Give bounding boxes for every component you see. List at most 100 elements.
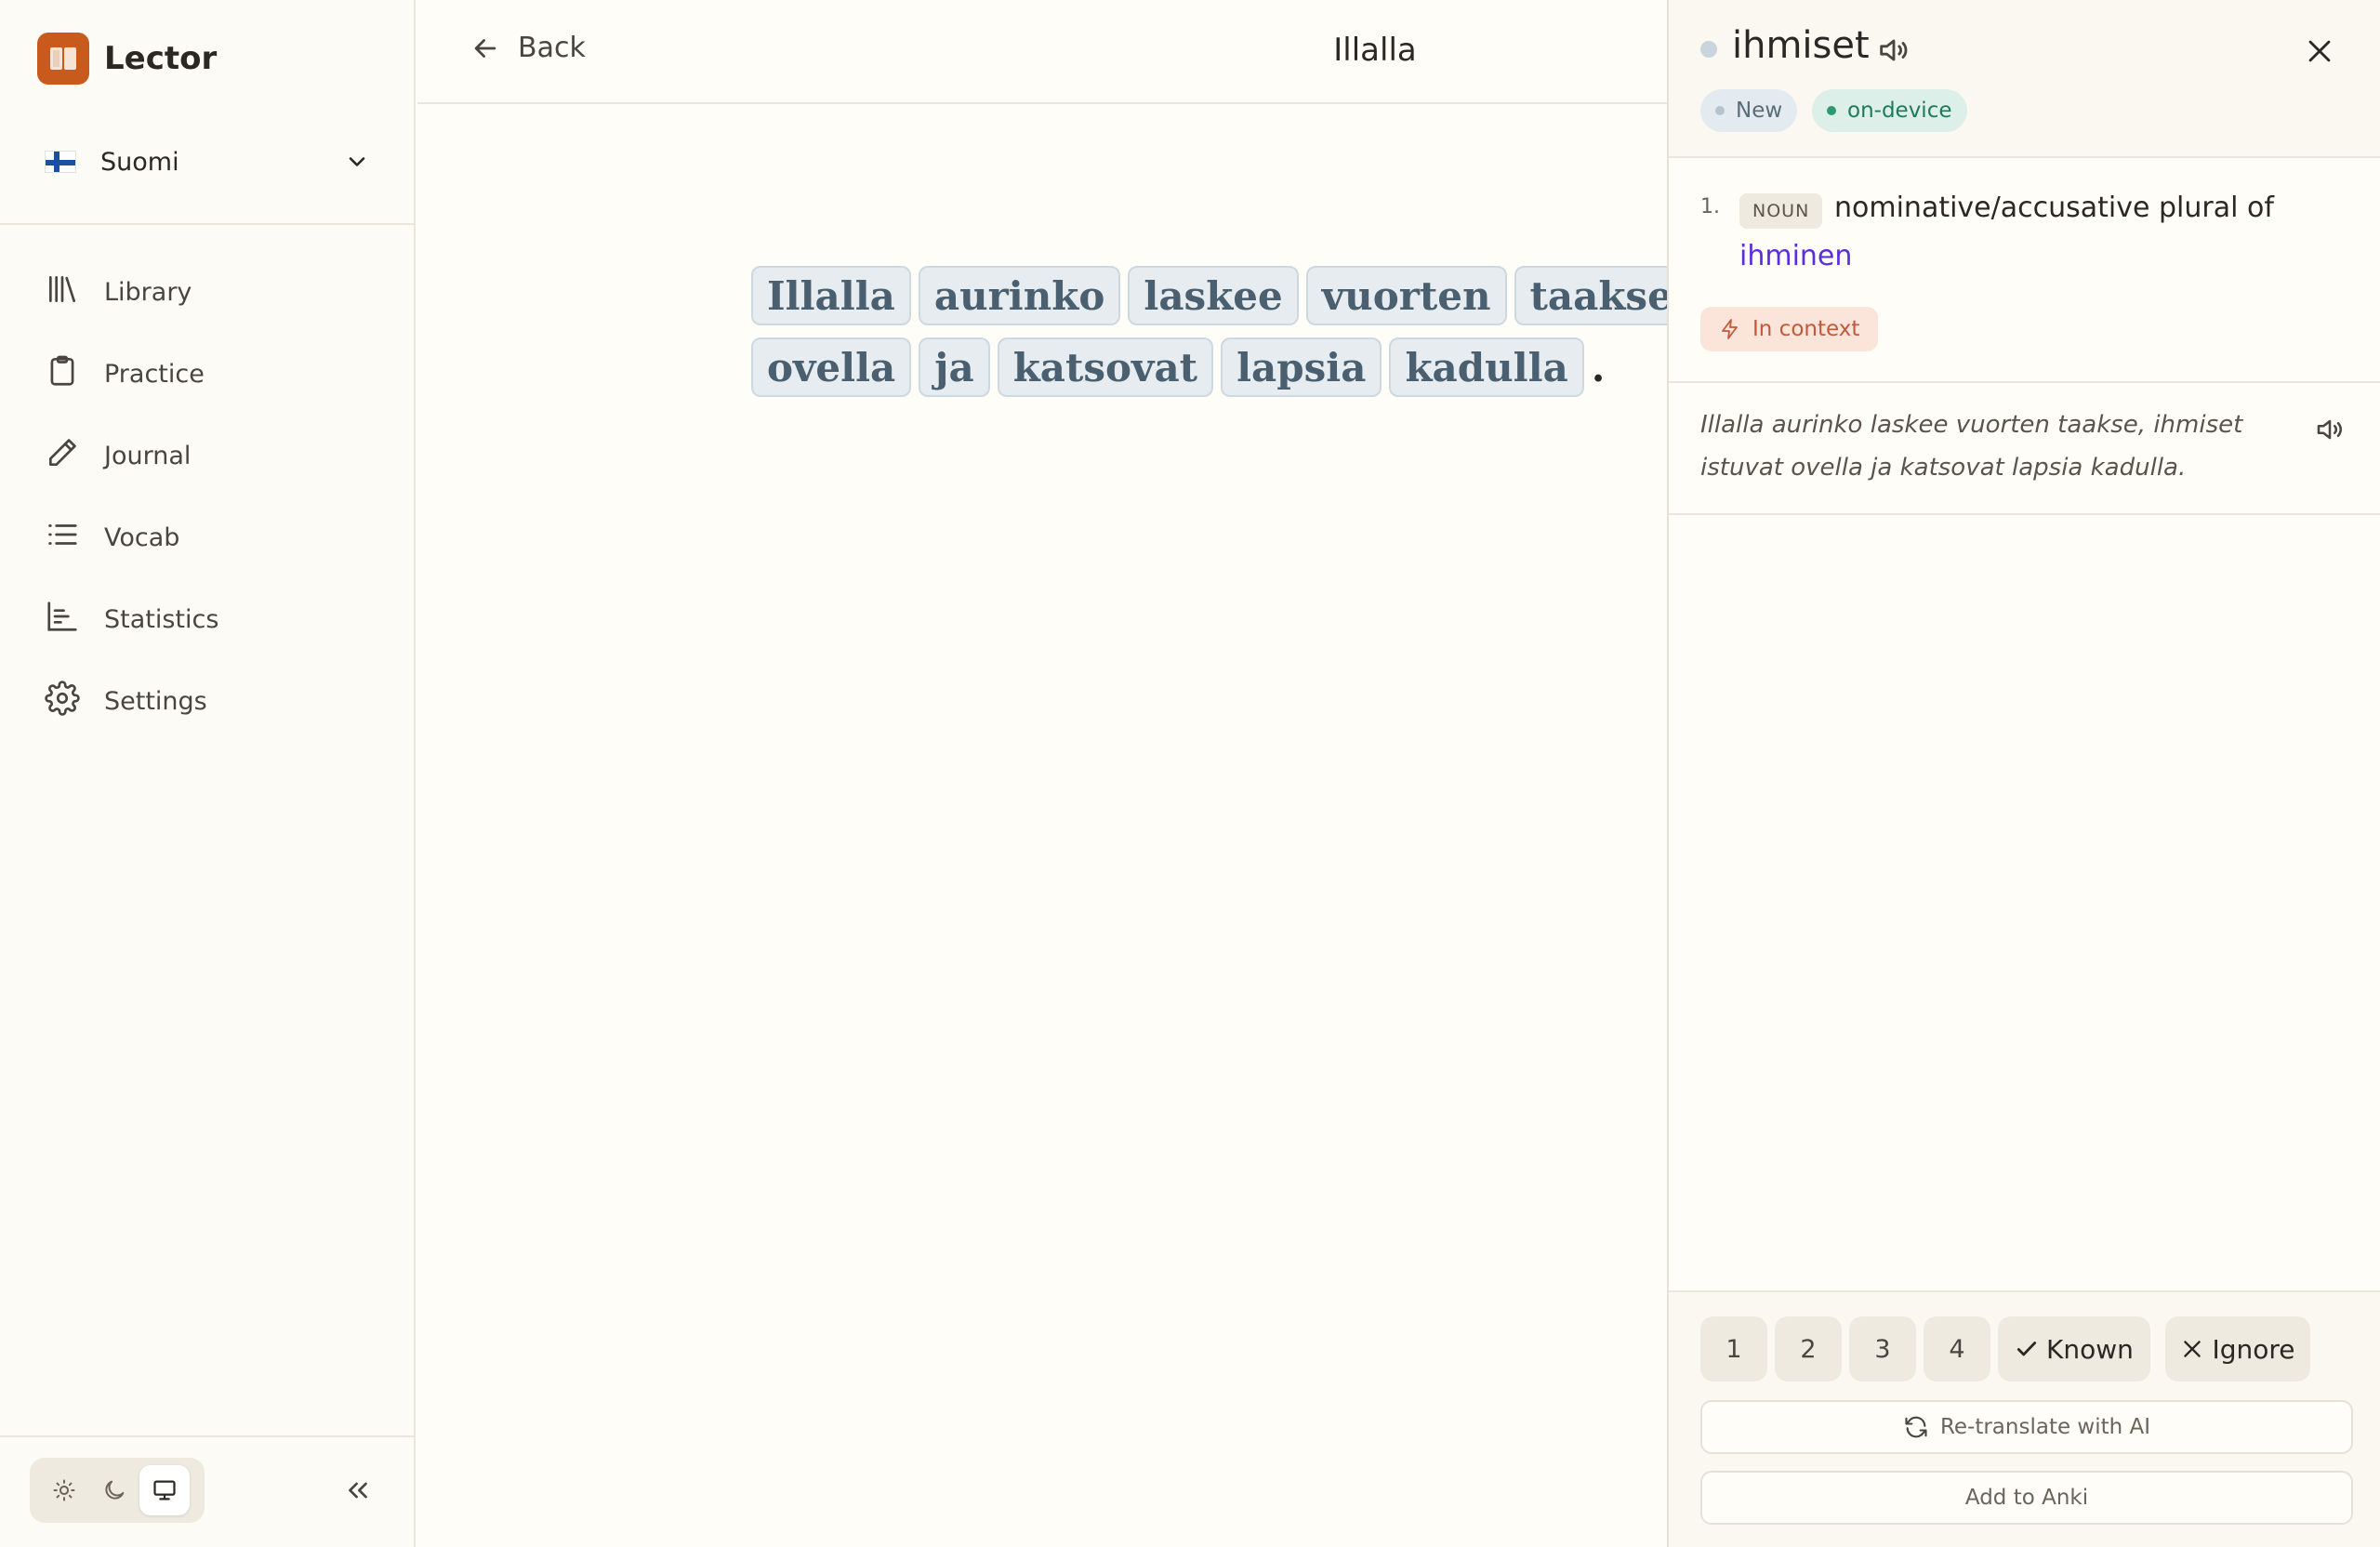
monitor-icon bbox=[153, 1480, 176, 1501]
chevrons-left-icon bbox=[349, 1482, 367, 1499]
gloss-text: nominative/accusative plural of bbox=[1834, 192, 2274, 224]
badge-dot bbox=[1827, 106, 1836, 115]
language-label: Suomi bbox=[100, 147, 179, 177]
context-sentence: Illalla aurinko laskee vuorten taakse, i… bbox=[1669, 385, 2380, 515]
lemma-link[interactable]: ihminen bbox=[1739, 240, 1852, 272]
word-token[interactable]: aurinko bbox=[918, 266, 1121, 325]
x-icon bbox=[2184, 1341, 2202, 1357]
sentence-text: Illalla aurinko laskee vuorten taakse, i… bbox=[1700, 411, 2243, 482]
arrow-left-icon bbox=[474, 38, 496, 58]
theme-light-button[interactable] bbox=[39, 1465, 89, 1515]
app-name: Lector bbox=[104, 40, 218, 77]
ignore-button[interactable]: Ignore bbox=[2165, 1316, 2310, 1382]
known-label: Known bbox=[2046, 1333, 2134, 1365]
in-context-label: In context bbox=[1752, 317, 1860, 341]
sidebar-item-label: Journal bbox=[104, 441, 192, 470]
reader-topbar: Back Illalla bbox=[417, 0, 1667, 104]
sidebar-item-label: Vocab bbox=[104, 522, 180, 552]
library-icon bbox=[45, 271, 80, 313]
source-badge-label: on-device bbox=[1847, 99, 1952, 123]
word-token[interactable]: katsovat bbox=[997, 337, 1214, 397]
refresh-icon bbox=[1905, 1416, 1927, 1438]
word-token[interactable]: kadulla bbox=[1389, 337, 1584, 397]
retranslate-button[interactable]: Re-translate with AI bbox=[1700, 1400, 2353, 1454]
status-badge: New bbox=[1700, 89, 1798, 132]
level-2-button[interactable]: 2 bbox=[1775, 1316, 1842, 1382]
in-context-button[interactable]: In context bbox=[1700, 307, 1879, 351]
bar-chart-icon bbox=[45, 599, 80, 641]
retranslate-label: Re-translate with AI bbox=[1939, 1415, 2151, 1439]
word-detail-panel: ihmiset New on-device 1. NOUN nominative… bbox=[1667, 0, 2380, 1547]
panel-actions: 1 2 3 4 Known Ignore Re-translate with A… bbox=[1669, 1290, 2380, 1547]
sidebar: Lector Suomi Library Practice Journal Vo… bbox=[0, 0, 416, 1547]
check-icon bbox=[2016, 1342, 2037, 1356]
add-to-anki-label: Add to Anki bbox=[1964, 1486, 2089, 1510]
known-button[interactable]: Known bbox=[1998, 1316, 2150, 1382]
gear-icon bbox=[45, 680, 80, 722]
speaker-icon bbox=[2317, 419, 2342, 440]
collapse-sidebar-button[interactable] bbox=[342, 1474, 374, 1510]
speaker-icon bbox=[1880, 39, 1908, 61]
word-token[interactable]: laskee bbox=[1128, 266, 1299, 325]
sidebar-footer-divider bbox=[0, 1435, 416, 1437]
sidebar-item-label: Library bbox=[104, 277, 192, 307]
finland-flag-icon bbox=[45, 151, 76, 173]
level-3-button[interactable]: 3 bbox=[1849, 1316, 1916, 1382]
list-icon bbox=[45, 517, 80, 559]
document-title: Illalla bbox=[1333, 32, 1417, 69]
lightning-icon bbox=[1722, 319, 1738, 339]
sidebar-item-journal[interactable]: Journal bbox=[0, 415, 416, 496]
sidebar-item-label: Practice bbox=[104, 359, 205, 389]
panel-header: ihmiset New on-device bbox=[1669, 0, 2380, 158]
moon-icon bbox=[105, 1480, 125, 1500]
text-line: Illalla aurinko laskee vuorten taakse , … bbox=[751, 265, 1793, 326]
sidebar-item-statistics[interactable]: Statistics bbox=[0, 578, 416, 660]
back-label: Back bbox=[518, 32, 586, 64]
badge-dot bbox=[1715, 106, 1725, 115]
word-token[interactable]: Illalla bbox=[751, 266, 911, 325]
panel-word: ihmiset bbox=[1732, 24, 1870, 67]
word-token[interactable]: lapsia bbox=[1221, 337, 1382, 397]
close-icon bbox=[2308, 40, 2331, 62]
word-token[interactable]: ja bbox=[919, 337, 990, 397]
status-badge-label: New bbox=[1736, 99, 1783, 123]
sidebar-item-vocab[interactable]: Vocab bbox=[0, 496, 416, 578]
level-1-button[interactable]: 1 bbox=[1700, 1316, 1767, 1382]
sidebar-item-library[interactable]: Library bbox=[0, 251, 416, 333]
theme-system-button[interactable] bbox=[139, 1465, 190, 1515]
book-logo-icon bbox=[37, 33, 89, 85]
add-to-anki-button[interactable]: Add to Anki bbox=[1700, 1471, 2353, 1525]
sense-entry: 1. NOUN nominative/accusative plural of … bbox=[1669, 160, 2380, 383]
source-badge: on-device bbox=[1812, 89, 1967, 132]
pencil-icon bbox=[45, 435, 80, 477]
punctuation: . bbox=[1591, 344, 1606, 390]
back-button[interactable]: Back bbox=[469, 32, 586, 64]
sense-number: 1. bbox=[1700, 195, 1720, 218]
sidebar-divider bbox=[0, 223, 416, 225]
text-line: ovella ja katsovat lapsia kadulla . bbox=[751, 337, 1681, 398]
sidebar-item-practice[interactable]: Practice bbox=[0, 333, 416, 415]
status-dot bbox=[1700, 41, 1717, 58]
brand: Lector bbox=[37, 33, 217, 85]
sun-icon bbox=[53, 1479, 75, 1501]
play-sentence-button[interactable] bbox=[2313, 413, 2347, 450]
sidebar-item-label: Statistics bbox=[104, 604, 219, 634]
chevron-down-icon bbox=[344, 149, 370, 178]
word-token[interactable]: ovella bbox=[751, 337, 912, 397]
pos-tag: NOUN bbox=[1739, 193, 1823, 229]
reader-main: Back Illalla Illalla aurinko laskee vuor… bbox=[417, 0, 1793, 1547]
reader-text: Illalla aurinko laskee vuorten taakse , … bbox=[751, 265, 1793, 408]
theme-dark-button[interactable] bbox=[89, 1465, 139, 1515]
word-token[interactable]: vuorten bbox=[1305, 266, 1507, 325]
close-panel-button[interactable] bbox=[2304, 35, 2335, 71]
theme-toggle bbox=[30, 1458, 205, 1523]
level-4-button[interactable]: 4 bbox=[1924, 1316, 1990, 1382]
sidebar-item-label: Settings bbox=[104, 686, 207, 716]
ignore-label: Ignore bbox=[2212, 1333, 2295, 1365]
language-select[interactable]: Suomi bbox=[45, 139, 370, 184]
sidebar-nav: Library Practice Journal Vocab Statistic… bbox=[0, 251, 416, 742]
clipboard-icon bbox=[45, 353, 80, 395]
word-token[interactable]: taakse bbox=[1514, 266, 1688, 325]
play-audio-button[interactable] bbox=[1875, 32, 1912, 73]
sidebar-item-settings[interactable]: Settings bbox=[0, 660, 416, 742]
